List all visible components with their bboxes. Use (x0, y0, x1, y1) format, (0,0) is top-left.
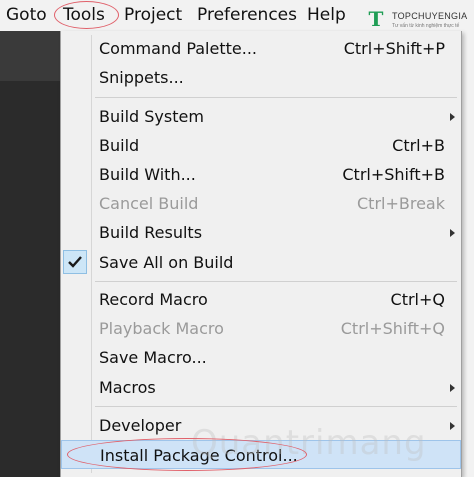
menu-item-save-all-on-build[interactable]: Save All on Build (61, 248, 461, 277)
menu-preferences[interactable]: Preferences (197, 0, 297, 31)
menu-item-developer[interactable]: Developer (61, 411, 461, 440)
menu-item-label: Command Palette... (99, 39, 257, 58)
menu-item-label: Macros (99, 378, 156, 397)
logo-tagline: Tư vấn từ kinh nghiệm thực tế (392, 23, 460, 29)
menu-item-build[interactable]: Build Ctrl+B (61, 131, 461, 160)
menu-tools[interactable]: Tools (63, 0, 105, 31)
menu-item-label: Build Results (99, 223, 203, 242)
menu-item-macros[interactable]: Macros (61, 373, 461, 402)
menu-item-label: Playback Macro (99, 319, 224, 338)
tools-dropdown-menu: Command Palette... Ctrl+Shift+P Snippets… (60, 31, 462, 477)
menu-item-label: Record Macro (99, 290, 208, 309)
menu-separator (95, 281, 457, 282)
menu-goto[interactable]: Goto (6, 0, 47, 31)
editor-background (0, 31, 60, 477)
menu-item-shortcut: Ctrl+Break (357, 194, 445, 213)
menu-item-shortcut: Ctrl+Q (390, 290, 445, 309)
menu-help[interactable]: Help (307, 0, 346, 31)
menu-separator (95, 97, 457, 98)
menu-item-save-macro[interactable]: Save Macro... (61, 343, 461, 372)
menu-item-label: Build With... (99, 165, 196, 184)
logo-name: TOPCHUYENGIA (392, 11, 468, 21)
submenu-arrow-icon (450, 229, 455, 237)
menu-item-snippets[interactable]: Snippets... (61, 63, 461, 92)
submenu-arrow-icon (450, 113, 455, 121)
menu-separator (95, 406, 457, 407)
logo-mark: T (368, 7, 384, 31)
menu-item-label: Developer (99, 416, 182, 435)
menu-item-shortcut: Ctrl+Shift+P (343, 39, 445, 58)
submenu-arrow-icon (450, 422, 455, 430)
menu-item-label: Save Macro... (99, 348, 207, 367)
menu-item-shortcut: Ctrl+Shift+B (342, 165, 445, 184)
menu-item-install-package-control[interactable]: Install Package Control... (61, 440, 461, 469)
menu-item-label: Build (99, 136, 140, 155)
menu-item-label: Build System (99, 107, 204, 126)
menu-item-shortcut: Ctrl+Shift+Q (340, 319, 445, 338)
menu-item-label: Save All on Build (99, 253, 234, 272)
menu-project[interactable]: Project (124, 0, 182, 31)
menu-item-label: Install Package Control... (100, 446, 298, 465)
menu-item-record-macro[interactable]: Record Macro Ctrl+Q (61, 285, 461, 314)
submenu-arrow-icon (450, 384, 455, 392)
menu-item-command-palette[interactable]: Command Palette... Ctrl+Shift+P (61, 34, 461, 63)
menu-item-playback-macro: Playback Macro Ctrl+Shift+Q (61, 314, 461, 343)
menu-item-cancel-build: Cancel Build Ctrl+Break (61, 189, 461, 218)
menu-item-label: Cancel Build (99, 194, 199, 213)
menu-item-build-system[interactable]: Build System (61, 102, 461, 131)
checkmark-icon (63, 250, 87, 274)
menu-item-label: Snippets... (99, 68, 184, 87)
menu-item-build-results[interactable]: Build Results (61, 218, 461, 247)
editor-tab-strip (0, 31, 60, 81)
menu-item-build-with[interactable]: Build With... Ctrl+Shift+B (61, 160, 461, 189)
menu-item-shortcut: Ctrl+B (392, 136, 445, 155)
